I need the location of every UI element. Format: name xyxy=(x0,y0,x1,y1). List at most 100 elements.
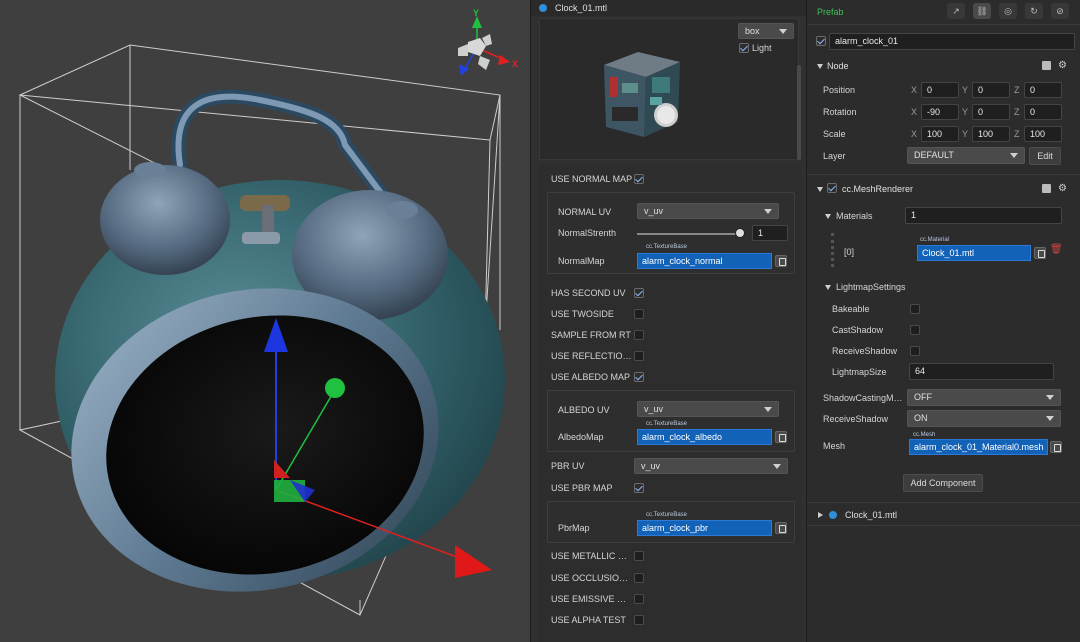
albedo-map-type: cc.TextureBase xyxy=(646,421,688,427)
layer-select[interactable]: DEFAULT xyxy=(907,147,1025,164)
use-albedo-map-checkbox[interactable] xyxy=(634,372,644,382)
material-asset-icon xyxy=(829,511,837,519)
locate-asset-icon[interactable] xyxy=(1050,441,1062,453)
revert-icon[interactable]: ↻ xyxy=(1025,3,1043,19)
open-prefab-icon[interactable]: ↗ xyxy=(947,3,965,19)
material-preview[interactable]: box Light xyxy=(539,18,799,160)
shadow-casting-select[interactable]: OFF xyxy=(907,389,1061,406)
rotation-z-input[interactable]: 0 xyxy=(1024,104,1062,120)
use-occlusion-checkbox[interactable] xyxy=(634,573,644,583)
sample-from-rt-checkbox[interactable] xyxy=(634,330,644,340)
material-asset-icon xyxy=(539,4,547,12)
receive-shadow-label: ReceiveShadow xyxy=(823,414,889,424)
use-pbr-map-checkbox[interactable] xyxy=(634,483,644,493)
normal-uv-select[interactable]: v_uv xyxy=(637,203,779,219)
node-active-checkbox[interactable] xyxy=(816,36,826,46)
use-alpha-test-checkbox[interactable] xyxy=(634,615,644,625)
collapse-icon[interactable] xyxy=(825,285,831,290)
scene-viewport[interactable]: Y X xyxy=(0,0,530,642)
add-component-button[interactable]: Add Component xyxy=(903,474,983,492)
mesh-renderer-enabled-checkbox[interactable] xyxy=(827,183,837,193)
preview-scrollbar[interactable] xyxy=(797,65,801,160)
expand-icon[interactable] xyxy=(818,512,823,518)
scale-x-input[interactable]: 100 xyxy=(921,126,959,142)
materials-label: Materials xyxy=(836,211,873,221)
collapse-icon[interactable] xyxy=(825,214,831,219)
scene-canvas[interactable] xyxy=(0,0,530,642)
normal-map-field[interactable]: alarm_clock_normal xyxy=(637,253,772,269)
unlink-icon[interactable]: ⊘ xyxy=(1051,3,1069,19)
use-twoside-checkbox[interactable] xyxy=(634,309,644,319)
axis-y-label: Y xyxy=(962,107,969,117)
preview-mesh-value: box xyxy=(745,26,760,36)
position-z-input[interactable]: 0 xyxy=(1024,82,1062,98)
normal-strength-slider[interactable] xyxy=(637,233,737,235)
link-icon[interactable]: ⛓ xyxy=(973,3,991,19)
use-normal-map-checkbox[interactable] xyxy=(634,174,644,184)
gizmo-y-label: Y xyxy=(473,8,480,18)
use-metallic-checkbox[interactable] xyxy=(634,551,644,561)
gear-icon[interactable]: ⚙ xyxy=(1058,60,1067,71)
chevron-down-icon xyxy=(1046,416,1054,421)
albedo-map-field[interactable]: alarm_clock_albedo xyxy=(637,429,772,445)
gear-icon[interactable]: ⚙ xyxy=(1058,183,1067,194)
rotation-x-input[interactable]: -90 xyxy=(921,104,959,120)
material-slot-field[interactable]: Clock_01.mtl xyxy=(917,245,1031,261)
bakeable-label: Bakeable xyxy=(832,304,870,314)
locate-asset-icon[interactable] xyxy=(1034,247,1046,259)
albedo-uv-label: ALBEDO UV xyxy=(558,405,610,415)
axis-z-label: Z xyxy=(1014,129,1020,139)
slider-handle[interactable] xyxy=(735,228,745,238)
cast-shadow-checkbox[interactable] xyxy=(910,325,920,335)
book-icon[interactable] xyxy=(1042,61,1051,70)
collapse-icon[interactable] xyxy=(817,187,823,192)
use-reflection-checkbox[interactable] xyxy=(634,351,644,361)
chevron-down-icon xyxy=(1046,395,1054,400)
albedo-map-label: AlbedoMap xyxy=(558,432,604,442)
node-section-title: Node xyxy=(827,61,849,71)
axis-x-label: X xyxy=(911,129,918,139)
scale-label: Scale xyxy=(823,129,846,139)
light-checkbox[interactable] xyxy=(739,43,749,53)
locate-asset-icon[interactable] xyxy=(775,522,787,534)
collapse-icon[interactable] xyxy=(817,64,823,69)
locate-asset-icon[interactable] xyxy=(775,431,787,443)
position-x-input[interactable]: 0 xyxy=(921,82,959,98)
axis-z-label: Z xyxy=(1014,85,1020,95)
position-y-input[interactable]: 0 xyxy=(972,82,1010,98)
orientation-gizmo[interactable]: Y X xyxy=(440,8,525,88)
axis-x-label: X xyxy=(911,107,918,117)
scale-z-input[interactable]: 100 xyxy=(1024,126,1062,142)
pbr-map-group: PbrMap cc.TextureBase alarm_clock_pbr xyxy=(547,501,795,543)
preview-mesh-select[interactable]: box xyxy=(738,23,794,39)
scale-y-input[interactable]: 100 xyxy=(972,126,1010,142)
receive-shadow-lightmap-checkbox[interactable] xyxy=(910,346,920,356)
material-properties: USE NORMAL MAP NORMAL UV v_uv NormalStre… xyxy=(539,164,801,642)
layer-label: Layer xyxy=(823,151,846,161)
delete-icon[interactable]: 🗑 xyxy=(1050,244,1063,255)
locate-icon[interactable]: ◎ xyxy=(999,3,1017,19)
edit-layer-button[interactable]: Edit xyxy=(1029,147,1061,165)
albedo-uv-select[interactable]: v_uv xyxy=(637,401,779,417)
pbr-uv-select[interactable]: v_uv xyxy=(634,458,788,474)
has-second-uv-checkbox[interactable] xyxy=(634,288,644,298)
divider xyxy=(807,24,1080,25)
pbr-uv-label: PBR UV xyxy=(551,461,585,471)
sample-from-rt-label: SAMPLE FROM RT xyxy=(551,330,631,340)
normal-strength-input[interactable]: 1 xyxy=(752,225,788,241)
divider xyxy=(807,502,1080,503)
receive-shadow-select[interactable]: ON xyxy=(907,410,1061,427)
book-icon[interactable] xyxy=(1042,184,1051,193)
mesh-field[interactable]: alarm_clock_01_Material0.mesh xyxy=(909,439,1048,455)
prefab-header: Prefab xyxy=(817,7,844,17)
mesh-renderer-title: cc.MeshRenderer xyxy=(842,184,914,194)
locate-asset-icon[interactable] xyxy=(775,255,787,267)
rotation-y-input[interactable]: 0 xyxy=(972,104,1010,120)
bakeable-checkbox[interactable] xyxy=(910,304,920,314)
lightmap-size-input[interactable]: 64 xyxy=(909,363,1054,380)
use-emissive-checkbox[interactable] xyxy=(634,594,644,604)
materials-count-input[interactable]: 1 xyxy=(905,207,1062,224)
pbr-map-field[interactable]: alarm_clock_pbr xyxy=(637,520,772,536)
node-name-input[interactable]: alarm_clock_01 xyxy=(829,33,1075,50)
chevron-down-icon xyxy=(764,209,772,214)
